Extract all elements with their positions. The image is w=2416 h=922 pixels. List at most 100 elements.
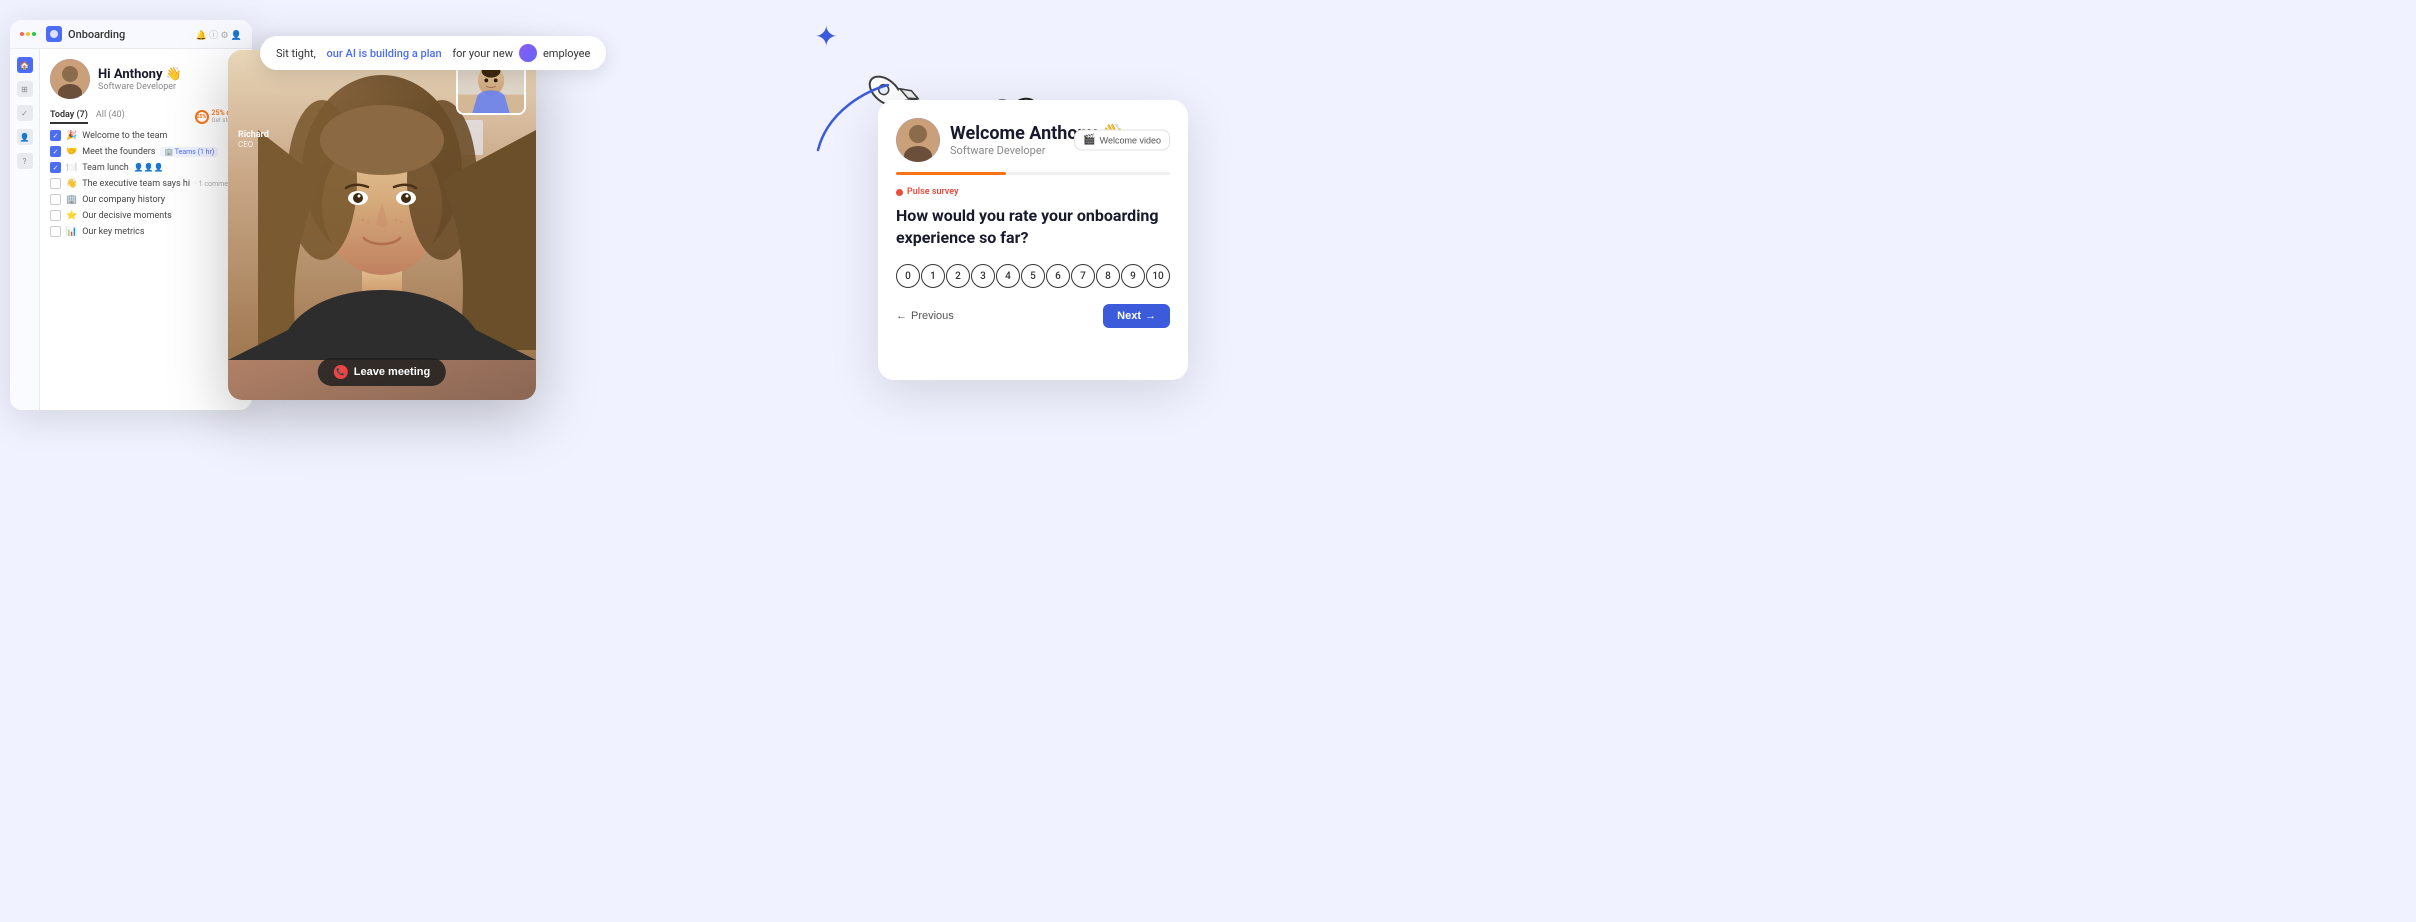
task-text-6: Our decisive moments xyxy=(82,211,172,221)
sidebar-grid-icon[interactable]: ⊞ xyxy=(17,81,33,97)
ai-employee-label: employee xyxy=(543,47,590,60)
welcome-survey-panel: Welcome Anthony 👋 Software Developer 🎬 W… xyxy=(878,100,1188,380)
task-emoji-5: 🏢 xyxy=(66,195,77,205)
onboarding-progress-bar xyxy=(896,172,1170,175)
app-title: Onboarding xyxy=(68,28,125,41)
welcome-avatar xyxy=(896,118,940,162)
expand-dot xyxy=(32,32,36,36)
app-logo xyxy=(46,26,62,42)
rating-7[interactable]: 7 xyxy=(1071,264,1095,288)
task-checkbox-5[interactable] xyxy=(50,194,61,205)
task-avatars-3: 👤👤👤 xyxy=(134,163,164,172)
video-background: Richard CEO 📞 Leave meeting xyxy=(228,50,536,400)
previous-button[interactable]: ← Previous xyxy=(896,310,954,322)
user-avatar xyxy=(50,59,90,99)
task-item: ✓ 🎉 Welcome to the team xyxy=(50,130,242,141)
task-text-1: Welcome to the team xyxy=(82,131,167,141)
prev-arrow: ← xyxy=(896,310,907,322)
task-checkbox-3[interactable]: ✓ xyxy=(50,162,61,173)
pip-person-label: Richard CEO xyxy=(238,130,269,149)
task-item: ✓ 🤝 Meet the founders 🏢 Teams (1 hr) xyxy=(50,146,242,157)
task-item: ⭐ Our decisive moments xyxy=(50,210,242,221)
next-arrow: → xyxy=(1145,310,1156,322)
topbar: Onboarding 🔔 ⓘ ⚙ 👤 xyxy=(10,20,252,49)
ai-tooltip: Sit tight, our AI is building a plan for… xyxy=(260,36,606,70)
left-main-content: Hi Anthony 👋 Software Developer Today (7… xyxy=(40,49,252,410)
video-call-panel: Richard CEO 📞 Leave meeting xyxy=(228,50,536,400)
rating-1[interactable]: 1 xyxy=(921,264,945,288)
welcome-video-button[interactable]: 🎬 Welcome video xyxy=(1074,130,1170,151)
leave-btn-label: Leave meeting xyxy=(354,366,430,378)
next-button[interactable]: Next → xyxy=(1103,304,1170,328)
rating-9[interactable]: 9 xyxy=(1121,264,1145,288)
task-text-4: The executive team says hi xyxy=(82,179,190,189)
task-item: ✓ 🍽️ Team lunch 👤👤👤 xyxy=(50,162,242,173)
task-emoji-6: ⭐ xyxy=(66,211,77,221)
survey-question: How would you rate your onboarding exper… xyxy=(896,205,1170,248)
progress-circle-icon: 25% xyxy=(195,110,209,124)
sidebar-check-icon[interactable]: ✓ xyxy=(17,105,33,121)
user-greeting: Hi Anthony 👋 xyxy=(98,67,182,82)
rating-5[interactable]: 5 xyxy=(1021,264,1045,288)
rating-3[interactable]: 3 xyxy=(971,264,995,288)
ai-prefix: Sit tight, xyxy=(276,47,316,60)
progress-bar-fill xyxy=(896,172,1006,175)
task-emoji-4: 👋 xyxy=(66,179,77,189)
rating-10[interactable]: 10 xyxy=(1146,264,1170,288)
task-checkbox-4[interactable] xyxy=(50,178,61,189)
task-text-3: Team lunch xyxy=(82,163,129,173)
task-emoji-2: 🤝 xyxy=(66,147,77,157)
sparkle-top-icon: ✦ xyxy=(815,20,838,53)
survey-footer: ← Previous Next → xyxy=(896,304,1170,328)
sidebar-person-icon[interactable]: 👤 xyxy=(17,129,33,145)
pulse-dot-icon xyxy=(896,189,903,196)
tab-all[interactable]: All (40) xyxy=(96,110,125,124)
task-emoji-1: 🎉 xyxy=(66,131,77,141)
welcome-video-label: Welcome video xyxy=(1100,135,1161,145)
task-list: ✓ 🎉 Welcome to the team ✓ 🤝 Meet the fou… xyxy=(50,130,242,237)
profile-section: Hi Anthony 👋 Software Developer xyxy=(50,59,242,99)
rating-row: 0 1 2 3 4 5 6 7 8 9 10 xyxy=(896,264,1170,288)
rating-4[interactable]: 4 xyxy=(996,264,1020,288)
user-role: Software Developer xyxy=(98,82,182,92)
task-checkbox-1[interactable]: ✓ xyxy=(50,130,61,141)
left-sidebar: 🏠 ⊞ ✓ 👤 ? xyxy=(10,49,40,410)
welcome-header: Welcome Anthony 👋 Software Developer 🎬 W… xyxy=(896,118,1170,162)
rating-2[interactable]: 2 xyxy=(946,264,970,288)
sidebar-home-icon[interactable]: 🏠 xyxy=(17,57,33,73)
task-checkbox-2[interactable]: ✓ xyxy=(50,146,61,157)
wave-emoji: 👋 xyxy=(166,67,182,82)
task-emoji-3: 🍽️ xyxy=(66,163,77,173)
task-text-5: Our company history xyxy=(82,195,165,205)
profile-info: Hi Anthony 👋 Software Developer xyxy=(98,67,182,92)
close-dot xyxy=(20,32,24,36)
task-item: 👋 The executive team says hi · 1 comment xyxy=(50,178,242,189)
topbar-icons: 🔔 ⓘ ⚙ 👤 xyxy=(196,28,242,41)
task-checkbox-7[interactable] xyxy=(50,226,61,237)
leave-meeting-button[interactable]: 📞 Leave meeting xyxy=(318,358,446,386)
task-item: 📊 Our key metrics xyxy=(50,226,242,237)
pip-name: Richard xyxy=(238,130,269,140)
task-text-7: Our key metrics xyxy=(82,227,144,237)
phone-icon: 📞 xyxy=(334,365,348,379)
tab-today[interactable]: Today (7) xyxy=(50,110,88,124)
task-tabs: Today (7) All (40) 25% 25% done Get star… xyxy=(50,109,242,124)
pulse-label: Pulse survey xyxy=(896,187,1170,197)
tab-group: Today (7) All (40) xyxy=(50,110,125,124)
rating-8[interactable]: 8 xyxy=(1096,264,1120,288)
sidebar-question-icon[interactable]: ? xyxy=(17,153,33,169)
task-checkbox-6[interactable] xyxy=(50,210,61,221)
video-icon: 🎬 xyxy=(1083,135,1095,146)
rating-6[interactable]: 6 xyxy=(1046,264,1070,288)
ai-avatar xyxy=(519,44,537,62)
task-emoji-7: 📊 xyxy=(66,227,77,237)
ai-suffix: for your new xyxy=(452,47,513,60)
task-tag-2: 🏢 Teams (1 hr) xyxy=(160,147,218,157)
ai-link[interactable]: our AI is building a plan xyxy=(327,47,442,60)
task-text-2: Meet the founders xyxy=(82,147,155,157)
pip-role: CEO xyxy=(238,140,253,149)
task-item: 🏢 Our company history xyxy=(50,194,242,205)
prev-label: Previous xyxy=(911,310,954,322)
rating-0[interactable]: 0 xyxy=(896,264,920,288)
minimize-dot xyxy=(26,32,30,36)
